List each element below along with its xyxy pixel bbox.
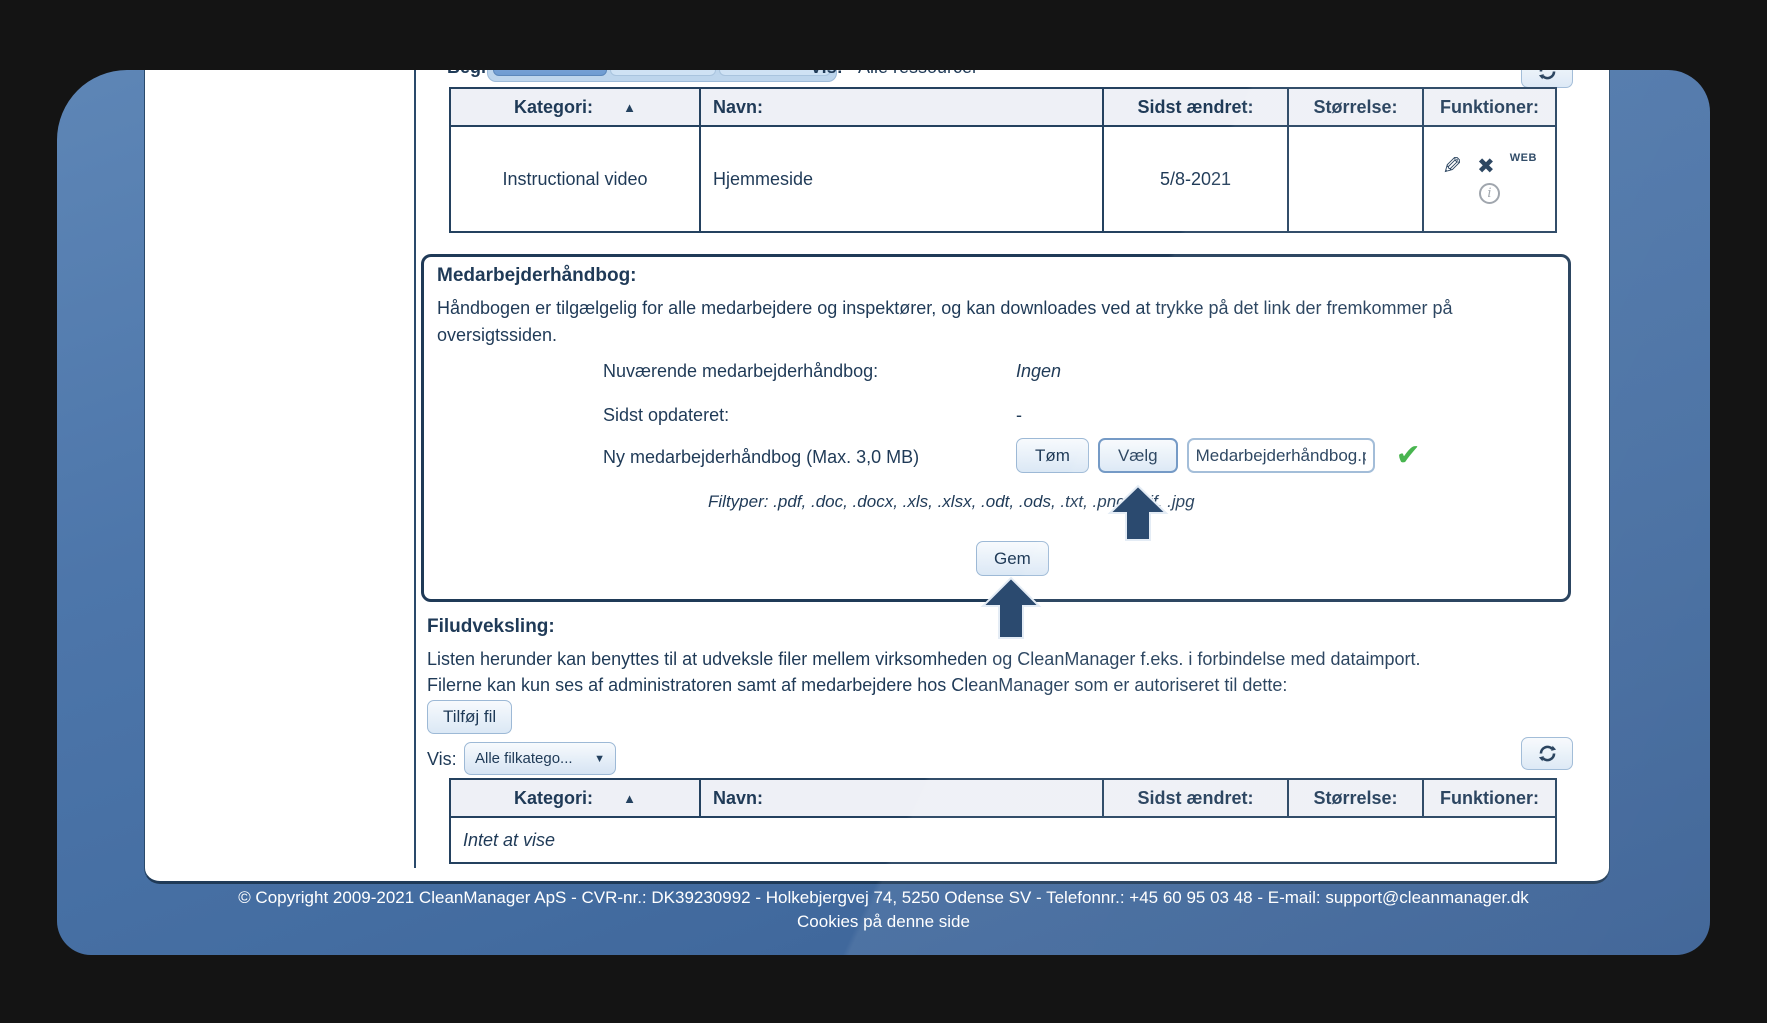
filter-button-ressourcer[interactable]: Ressourcer [493, 70, 607, 76]
file-exchange-table-header-row: Kategori: ▲ Navn: Sidst ændret: Størrels… [449, 778, 1557, 818]
handbook-section-title: Medarbejderhåndbog: [437, 265, 637, 286]
column-header-size[interactable]: Størrelse: [1287, 87, 1424, 127]
empty-table-message: Intet at vise [449, 816, 1557, 864]
desktop-background: Begræns: Ressourcer Filkategori Hyperlin… [57, 70, 1710, 955]
refresh-icon [1538, 70, 1555, 79]
current-handbook-value: Ingen [1016, 361, 1062, 381]
column-header-functions[interactable]: Funktioner: [1422, 778, 1557, 818]
web-link-badge[interactable]: WEB [1510, 152, 1537, 164]
file-upload-row: Tøm Vælg ✔ [1016, 438, 1421, 473]
save-button[interactable]: Gem [976, 541, 1049, 576]
file-category-filter-label: Vis: [427, 749, 457, 769]
handbook-section: Medarbejderhåndbog: Håndbogen er tilgælg… [421, 254, 1571, 602]
edit-icon[interactable]: ✎ [1442, 152, 1462, 180]
file-exchange-table: Kategori: ▲ Navn: Sidst ændret: Størrels… [449, 778, 1557, 864]
content-divider [414, 70, 416, 868]
column-header-functions[interactable]: Funktioner: [1422, 87, 1557, 127]
new-handbook-label: Ny medarbejderhåndbog (Max. 3,0 MB) [603, 447, 920, 467]
last-updated-value: - [1016, 405, 1022, 425]
column-header-size[interactable]: Størrelse: [1287, 778, 1424, 818]
pointer-arrow-icon [1107, 484, 1169, 541]
clear-file-button[interactable]: Tøm [1016, 438, 1089, 473]
sort-ascending-icon[interactable]: ▲ [623, 791, 636, 806]
resource-last-changed-cell: 5/8-2021 [1102, 125, 1289, 233]
file-exchange-description-line2: Filerne kan kun ses af administratoren s… [427, 675, 1288, 695]
filter-button-filkategori[interactable]: Filkategori [609, 70, 716, 76]
chevron-down-icon: ▼ [594, 752, 605, 765]
file-exchange-description-line1: Listen herunder kan benyttes til at udve… [427, 649, 1421, 669]
file-exchange-title: Filudveksling: [427, 616, 555, 637]
refresh-resources-button[interactable] [1521, 70, 1573, 88]
filter-button-group: Ressourcer Filkategori Hyperlink... [487, 70, 837, 82]
info-icon[interactable]: i [1479, 183, 1500, 204]
delete-icon[interactable]: ✖ [1477, 155, 1495, 177]
column-header-category[interactable]: Kategori: ▲ [449, 778, 701, 818]
last-updated-label: Sidst opdateret: [603, 405, 730, 425]
column-header-last-changed[interactable]: Sidst ændret: [1102, 778, 1289, 818]
choose-file-button[interactable]: Vælg [1097, 438, 1178, 473]
resources-table: Kategori: ▲ Navn: Sidst ændret: Størrels… [449, 87, 1557, 233]
file-category-dropdown-value: Alle filkatego... [475, 750, 573, 767]
app-frame: Begræns: Ressourcer Filkategori Hyperlin… [0, 0, 1767, 1023]
column-header-category[interactable]: Kategori: ▲ [449, 87, 701, 127]
upload-success-check-icon: ✔ [1395, 437, 1421, 473]
column-header-name[interactable]: Navn: [699, 87, 1104, 127]
view-filter-value[interactable]: Alle ressourcer [858, 70, 978, 78]
add-file-button[interactable]: Tilføj fil [427, 700, 513, 734]
current-handbook-label: Nuværende medarbejderhåndbog: [603, 361, 879, 381]
handbook-description-line1: Håndbogen er tilgælgelig for alle medarb… [437, 298, 1453, 318]
category-header-label: Kategori: [514, 787, 594, 808]
resource-name-cell: Hjemmeside [699, 125, 1104, 233]
refresh-icon [1538, 745, 1556, 762]
file-name-input[interactable] [1186, 438, 1375, 473]
column-header-name[interactable]: Navn: [699, 778, 1104, 818]
category-header-label: Kategori: [514, 96, 594, 117]
empty-table-row: Intet at vise [449, 816, 1557, 864]
column-header-last-changed[interactable]: Sidst ændret: [1102, 87, 1289, 127]
resource-size-cell [1287, 125, 1424, 233]
resource-functions-cell: ✎ ✖ WEB i [1422, 125, 1557, 233]
copyright-text: © Copyright 2009-2021 CleanManager ApS -… [238, 888, 1529, 907]
file-category-dropdown[interactable]: Alle filkatego... ▼ [464, 742, 616, 775]
handbook-description: Håndbogen er tilgælgelig for alle medarb… [437, 295, 1572, 349]
handbook-description-line2: oversigtssiden. [437, 325, 558, 345]
view-filter-label: Vis: [810, 70, 843, 78]
refresh-files-button[interactable] [1521, 737, 1573, 770]
sort-ascending-icon[interactable]: ▲ [623, 100, 636, 115]
pointer-arrow-icon [980, 576, 1042, 639]
resource-table-row: Instructional video Hjemmeside 5/8-2021 … [449, 125, 1557, 233]
resources-table-header-row: Kategori: ▲ Navn: Sidst ændret: Størrels… [449, 87, 1557, 127]
cookies-link[interactable]: Cookies på denne side [57, 912, 1710, 932]
resource-category-cell: Instructional video [449, 125, 701, 233]
